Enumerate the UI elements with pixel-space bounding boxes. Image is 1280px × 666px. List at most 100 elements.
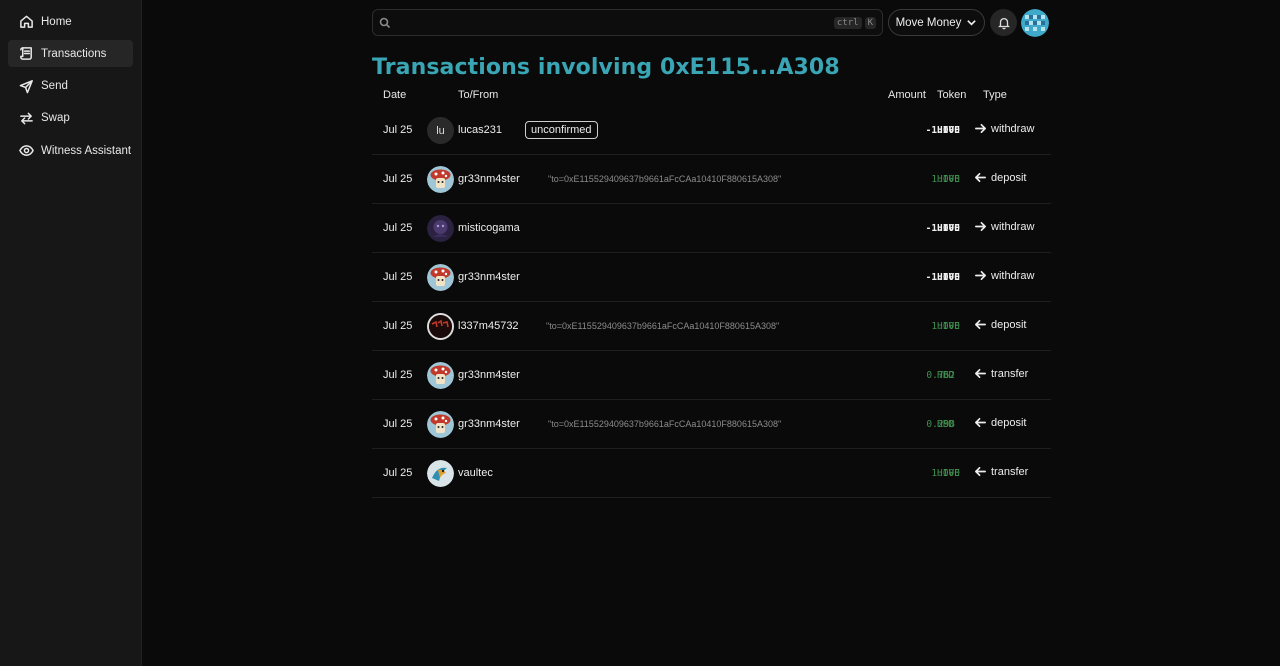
row-token: HIVE [937, 468, 960, 479]
arrow-left-icon [975, 319, 986, 330]
row-username[interactable]: gr33nm4ster [458, 271, 520, 283]
page-title: Transactions involving 0xE115...A308 [372, 55, 840, 80]
shortcut-key-k: K [864, 16, 876, 29]
row-type-label: withdraw [991, 122, 1035, 135]
row-date: Jul 25 [383, 173, 413, 185]
table-row[interactable]: Jul 25 gr33nm4ster -1.000 HIVE withdraw [372, 253, 1051, 302]
column-header-type: Type [983, 89, 1007, 101]
arrow-left-icon [975, 466, 986, 477]
row-token: HBD [937, 419, 955, 430]
avatar [427, 215, 454, 242]
row-memo: "to=0xE115529409637b9661aFcCAa10410F8806… [548, 174, 782, 184]
status-badge: unconfirmed [525, 121, 598, 139]
row-date: Jul 25 [383, 467, 413, 479]
avatar [427, 313, 454, 340]
row-username[interactable]: misticogama [458, 222, 520, 234]
row-type: withdraw [974, 220, 1034, 233]
shortcut-key-ctrl: ctrl [833, 16, 862, 29]
table-row[interactable]: Jul 25 gr33nm4ster 0.762 HBD transfer [372, 351, 1051, 400]
sidebar: Home Transactions Send Swap Witness Assi… [0, 0, 142, 666]
row-memo: "to=0xE115529409637b9661aFcCAa10410F8806… [548, 419, 782, 429]
sidebar-item-transactions[interactable]: Transactions [8, 40, 133, 68]
table-row[interactable]: Jul 25 gr33nm4ster "to=0xE115529409637b9… [372, 155, 1051, 204]
table-row[interactable]: Jul 25 misticogama -1.000 HIVE withdraw [372, 204, 1051, 253]
row-token: HIVE [937, 125, 960, 136]
paper-plane-icon [19, 79, 34, 94]
table-row[interactable]: Jul 25 gr33nm4ster "to=0xE115529409637b9… [372, 400, 1051, 449]
row-token: HIVE [937, 321, 960, 332]
column-header-to-from: To/From [458, 89, 499, 101]
sidebar-item-home[interactable]: Home [8, 8, 133, 35]
chevron-down-icon [967, 20, 977, 26]
scroll-icon [19, 46, 34, 61]
row-type-label: transfer [991, 367, 1029, 380]
row-token: HIVE [937, 223, 960, 234]
row-username[interactable]: gr33nm4ster [458, 369, 520, 381]
avatar [427, 411, 454, 438]
search-icon [379, 17, 391, 29]
sidebar-item-swap[interactable]: Swap [8, 105, 133, 132]
row-date: Jul 25 [383, 271, 413, 283]
sidebar-item-label: Transactions [41, 47, 107, 60]
row-date: Jul 25 [383, 320, 413, 332]
row-type-label: transfer [991, 465, 1029, 478]
avatar [427, 264, 454, 291]
avatar [427, 166, 454, 193]
table-row[interactable]: Jul 25 vaultec 1.000 HIVE transfer [372, 449, 1051, 498]
sidebar-item-label: Witness Assistant [41, 144, 132, 157]
row-date: Jul 25 [383, 369, 413, 381]
search-bar: ctrl K [372, 9, 883, 36]
sidebar-item-label: Send [41, 80, 68, 93]
table-row[interactable]: Jul 25 l337m45732 "to=0xE115529409637b96… [372, 302, 1051, 351]
swap-arrows-icon [19, 111, 34, 126]
row-token: HBD [937, 370, 955, 381]
column-header-amount: Amount [888, 89, 926, 101]
arrow-left-icon [975, 368, 986, 379]
row-username[interactable]: gr33nm4ster [458, 418, 520, 430]
row-username[interactable]: l337m45732 [458, 320, 519, 332]
sidebar-item-send[interactable]: Send [8, 73, 133, 100]
row-type: transfer [974, 367, 1028, 380]
row-type: deposit [974, 416, 1026, 429]
row-date: Jul 25 [383, 418, 413, 430]
avatar [427, 460, 454, 487]
arrow-left-icon [975, 417, 986, 428]
row-date: Jul 25 [383, 124, 413, 136]
row-type: withdraw [974, 122, 1034, 135]
row-date: Jul 25 [383, 222, 413, 234]
arrow-right-icon [975, 221, 986, 232]
user-avatar[interactable] [1021, 9, 1049, 37]
home-icon [19, 14, 34, 29]
search-input[interactable] [391, 15, 834, 30]
arrow-right-icon [975, 123, 986, 134]
row-type-label: deposit [991, 416, 1027, 429]
row-type-label: deposit [991, 318, 1027, 331]
move-money-button[interactable]: Move Money [888, 9, 985, 36]
column-header-token: Token [937, 89, 967, 101]
row-type-label: deposit [991, 171, 1027, 184]
row-memo: "to=0xE115529409637b9661aFcCAa10410F8806… [546, 321, 780, 331]
avatar [427, 362, 454, 389]
row-type: transfer [974, 465, 1028, 478]
row-type: deposit [974, 318, 1026, 331]
row-type: withdraw [974, 269, 1034, 282]
bell-icon [997, 17, 1010, 29]
eye-icon [19, 143, 34, 158]
sidebar-item-label: Swap [41, 112, 70, 125]
sidebar-item-label: Home [41, 15, 72, 28]
row-username[interactable]: gr33nm4ster [458, 173, 520, 185]
row-type: deposit [974, 171, 1026, 184]
row-username[interactable]: vaultec [458, 467, 493, 479]
row-type-label: withdraw [991, 220, 1035, 233]
sidebar-item-witness-assistant[interactable]: Witness Assistant [8, 137, 133, 164]
row-token: HIVE [937, 174, 960, 185]
table-row[interactable]: Jul 25 lu lucas231 unconfirmed -1.000 HI… [372, 106, 1051, 155]
arrow-left-icon [975, 172, 986, 183]
column-header-date: Date [383, 89, 407, 101]
row-username[interactable]: lucas231 [458, 124, 502, 136]
avatar: lu [427, 117, 454, 144]
row-type-label: withdraw [991, 269, 1035, 282]
notifications-button[interactable] [990, 9, 1017, 36]
arrow-right-icon [975, 270, 986, 281]
move-money-label: Move Money [895, 16, 962, 29]
